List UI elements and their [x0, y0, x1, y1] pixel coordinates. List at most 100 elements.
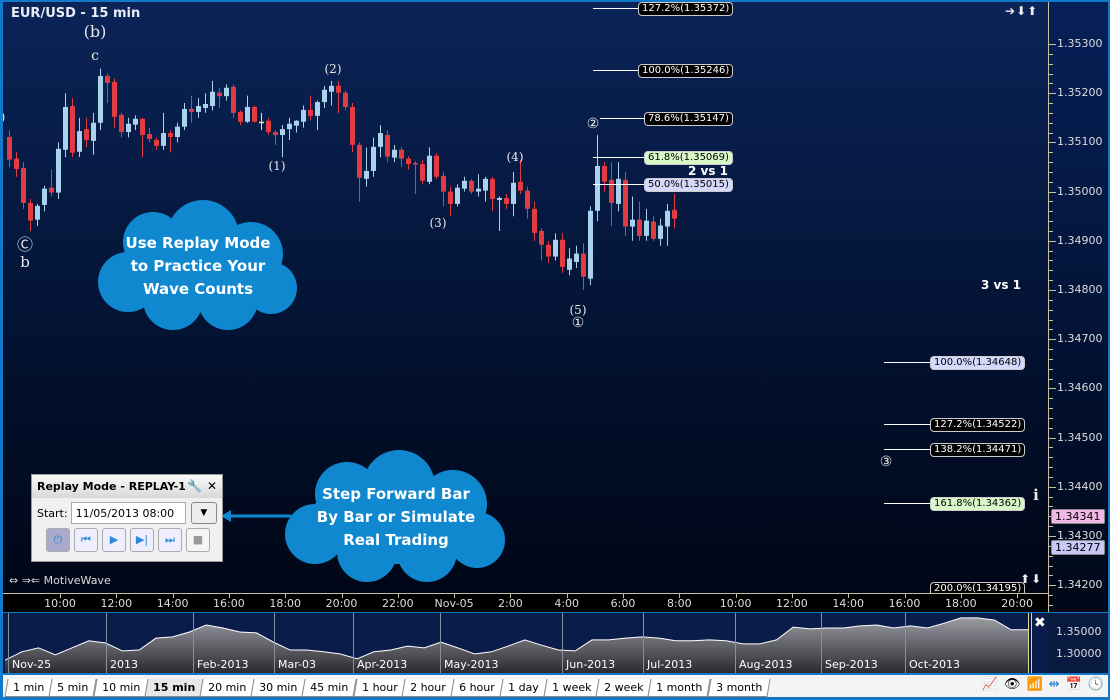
price-tick — [1049, 63, 1053, 65]
fast-forward-button[interactable]: ⏭ — [158, 528, 182, 552]
tab-45-min[interactable]: 45 min — [301, 679, 358, 697]
callout-text: By Bar or Simulate — [316, 507, 476, 526]
fib-level-label[interactable]: 138.2%(1.34471) — [930, 443, 1026, 457]
wave-label: (3) — [429, 216, 447, 230]
candle-body — [469, 180, 474, 192]
tab-3-month[interactable]: 3 month — [706, 679, 771, 697]
close-overview-icon[interactable]: ✖ — [1034, 615, 1046, 631]
tab-20-min[interactable]: 20 min — [199, 679, 255, 697]
play-button[interactable]: ▶ — [102, 528, 126, 552]
add-study-icon[interactable]: 📈 — [982, 677, 998, 692]
tab-6-hour[interactable]: 6 hour — [450, 679, 504, 697]
price-tick — [1049, 142, 1056, 144]
overview-divider — [643, 613, 644, 673]
tab-1-min[interactable]: 1 min — [4, 679, 53, 697]
price-tick — [1049, 83, 1053, 85]
overview-window-handle[interactable] — [1028, 613, 1032, 673]
fib-level-label[interactable]: 100.0%(1.34648) — [930, 356, 1026, 370]
clock-icon[interactable]: 🕓 — [1088, 677, 1104, 692]
step-forward-icon: ▶| — [135, 533, 149, 546]
tab-1-month[interactable]: 1 month — [647, 679, 712, 697]
overview-tick-label: 1.30000 — [1056, 647, 1102, 660]
price-tick — [1049, 595, 1053, 597]
tab-15-min[interactable]: 15 min — [144, 679, 204, 697]
candle-body — [455, 187, 460, 204]
fit-width-icon[interactable]: ⇹ — [1049, 677, 1060, 692]
arrow-right-icon[interactable]: ➔ — [1005, 4, 1016, 18]
scale-arrows[interactable]: ⬆⬇ — [1020, 572, 1042, 586]
candle-body — [70, 105, 75, 153]
candle-body — [406, 158, 411, 165]
scroll-arrows[interactable]: ➔⬇⬆ — [1005, 4, 1038, 18]
fib-level-label[interactable]: 200.0%(1.34195) — [930, 582, 1026, 593]
arrow-down-icon[interactable]: ⬇ — [1016, 4, 1027, 18]
calendar-icon[interactable]: 📅 — [1066, 677, 1082, 692]
fib-level-label[interactable]: 50.0%(1.35015) — [644, 178, 733, 192]
tab-1-week[interactable]: 1 week — [542, 679, 600, 697]
candle — [644, 208, 649, 241]
price-tick — [1049, 152, 1053, 154]
candle — [574, 245, 579, 268]
candle-body — [672, 209, 677, 219]
stop-button[interactable]: ■ — [186, 528, 210, 552]
candle — [105, 73, 110, 104]
tab-5-min[interactable]: 5 min — [48, 679, 98, 697]
wave-label: ② — [586, 116, 600, 132]
price-tick — [1049, 526, 1053, 528]
tab-2-week[interactable]: 2 week — [595, 679, 652, 697]
price-chart[interactable]: EUR/USD - 15 min ) (b) c Ⓒ b (1) (2) (3)… — [3, 2, 1048, 593]
tab-1-day[interactable]: 1 day — [499, 679, 548, 697]
candle — [420, 159, 425, 185]
ratio-label: 3 vs 1 — [981, 278, 1022, 292]
tab-30-min[interactable]: 30 min — [250, 679, 307, 697]
fib-level-label[interactable]: 127.2%(1.35372) — [638, 2, 734, 16]
tab-10-min[interactable]: 10 min — [92, 679, 149, 697]
candle — [112, 78, 117, 128]
candle — [42, 185, 47, 212]
resize-arrows-icon[interactable]: ⇔ ⇒⇐ — [9, 574, 44, 587]
fib-level-label[interactable]: 127.2%(1.34522) — [930, 418, 1026, 432]
candle — [56, 142, 61, 199]
candle-body — [567, 258, 572, 270]
tab-1-hour[interactable]: 1 hour — [353, 679, 406, 697]
candle-body — [98, 75, 103, 123]
candle — [91, 112, 96, 155]
candle — [567, 248, 572, 276]
fib-level-label[interactable]: 78.6%(1.35147) — [644, 112, 733, 126]
candle — [133, 115, 138, 131]
price-tick — [1049, 221, 1053, 223]
time-axis[interactable]: 10:00 12:00 14:00 16:00 18:00 20:00 22:00 Nov-0… — [3, 593, 1048, 612]
rewind-start-button[interactable]: ⏮ — [74, 528, 98, 552]
tab-2-hour[interactable]: 2 hour — [401, 679, 455, 697]
wrench-icon[interactable]: 🔧 — [187, 479, 202, 493]
start-dropdown-button[interactable]: ▼ — [190, 502, 217, 524]
start-datetime-input[interactable] — [70, 502, 186, 524]
power-button[interactable]: ⏻ — [46, 528, 70, 552]
candle-body — [182, 108, 187, 127]
close-icon[interactable]: ✕ — [207, 479, 217, 493]
candle-body — [490, 178, 495, 199]
overview-navigator[interactable]: ✖ Nov-25 2013 Feb-2013 Mar-03 Apr-2013 May-20… — [3, 613, 1048, 673]
arrow-down-icon[interactable]: ⬇ — [1031, 572, 1042, 586]
arrow-up-icon[interactable]: ⬆ — [1020, 572, 1031, 586]
candle — [84, 117, 89, 148]
candle — [385, 130, 390, 163]
candle — [658, 218, 663, 246]
price-axis[interactable]: 1.35300 1.35200 1.35100 1.35000 1.34900 1.348… — [1048, 2, 1108, 626]
arrow-up-icon[interactable]: ⬆ — [1027, 4, 1038, 18]
fib-level-label[interactable]: 161.8%(1.34362) — [930, 497, 1026, 511]
step-forward-button[interactable]: ▶| — [130, 528, 154, 552]
candle — [273, 130, 278, 145]
overview-date-label: Mar-03 — [278, 658, 317, 671]
replay-icon[interactable]: 📶 — [1027, 677, 1043, 692]
candle-body — [616, 178, 621, 204]
candle-body — [112, 81, 117, 117]
price-tick — [1049, 536, 1056, 537]
candle — [602, 162, 607, 192]
price-tick — [1049, 486, 1056, 488]
fib-level-label[interactable]: 61.8%(1.35069) — [644, 151, 733, 165]
eye-icon[interactable]: 👁 — [1004, 677, 1021, 692]
fib-level-label[interactable]: 100.0%(1.35246) — [638, 64, 734, 78]
candle — [357, 142, 362, 202]
candle-body — [497, 197, 502, 200]
